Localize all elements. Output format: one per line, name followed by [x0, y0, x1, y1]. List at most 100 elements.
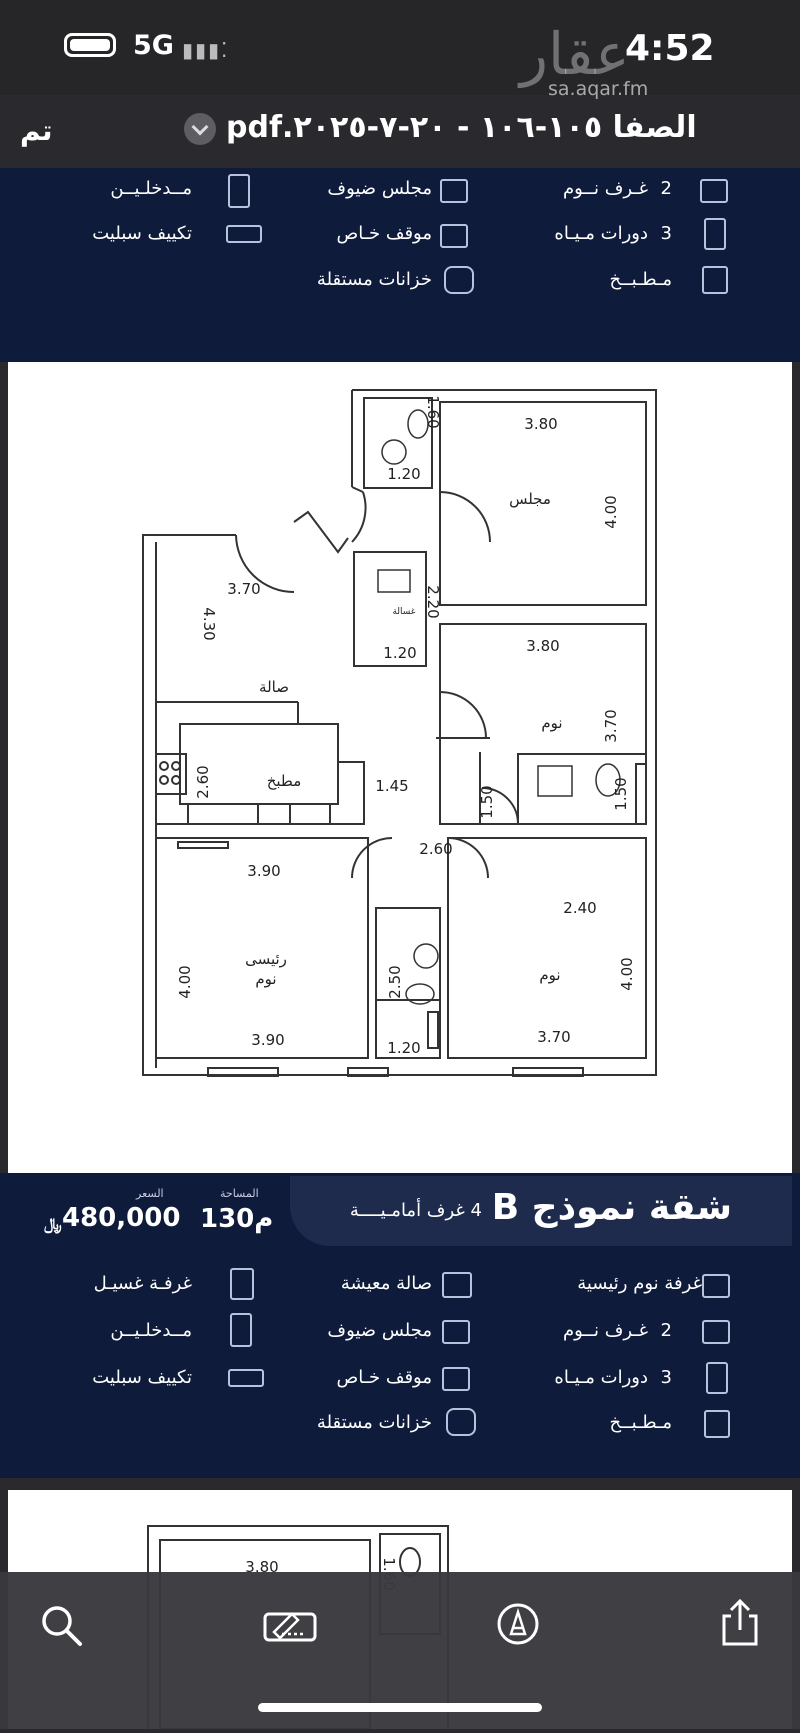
- door-icon: [230, 1313, 252, 1347]
- feature-bathrooms: دورات مـيـاه: [554, 223, 648, 244]
- bedroom2-room: [447, 837, 647, 1059]
- feature-independent-tanks-b: خزانات مستقلة: [316, 1412, 432, 1433]
- title-menu-chevron-icon[interactable]: [184, 113, 216, 145]
- riyal-icon: ﷼: [44, 1214, 62, 1233]
- dim-hall-1-50: 1.50: [478, 785, 496, 818]
- markup-icon[interactable]: [262, 1604, 318, 1644]
- feature-guest-majlis-b: مجلس ضيوف: [327, 1320, 432, 1341]
- feature-two-entrances: مــدخلـيــن: [110, 178, 192, 199]
- label-bedroom2: نوم: [539, 966, 560, 984]
- guest-hall-icon: [442, 1320, 470, 1344]
- bed-icon: [702, 1274, 730, 1298]
- window: [635, 763, 647, 825]
- dim-bedroom1-width: 3.80: [526, 637, 559, 655]
- kitchen-icon: [704, 1410, 730, 1438]
- car-icon: [442, 1367, 470, 1391]
- features-panel-top: 2 غـرف نــوم مجلس ضيوف مــدخلـيــن 3 دور…: [0, 168, 800, 362]
- model-front-rooms: 4 غرف أمامـيــــة: [350, 1200, 482, 1221]
- label-living: صالة: [259, 678, 289, 696]
- feature-guest-majlis: مجلس ضيوف: [327, 178, 432, 199]
- feature-split-ac: تكييف سبليت: [92, 223, 192, 244]
- dim-top-wc-depth: 1.60: [424, 395, 442, 428]
- dim-right-wc-width: 2.40: [563, 899, 596, 917]
- car-icon: [440, 224, 468, 248]
- dim-bedroom2-depth: 4.00: [618, 957, 636, 990]
- dim-bedroom2-width: 3.70: [537, 1028, 570, 1046]
- feature-bedrooms-count-b: 2: [660, 1320, 672, 1341]
- sink-fixture: [381, 439, 407, 465]
- feature-private-parking-b: موقف خـاص: [336, 1367, 432, 1388]
- dim-majlis-depth: 4.00: [602, 495, 620, 528]
- guest-hall-icon: [440, 179, 468, 203]
- search-icon[interactable]: [38, 1602, 84, 1648]
- aqar-watermark-url: sa.aqar.fm: [548, 78, 649, 100]
- dim-living-width: 3.70: [227, 580, 260, 598]
- ac-icon: [226, 225, 262, 243]
- bed-icon: [700, 179, 728, 203]
- pen-icon[interactable]: [496, 1602, 540, 1646]
- price-value: 480,000: [62, 1203, 181, 1233]
- label-laundry: غسالة: [392, 607, 415, 617]
- dim-bedroom1-depth: 3.70: [602, 709, 620, 742]
- model-front-rooms-count: 4: [470, 1200, 482, 1221]
- signal-icon: ▮▮▮⁚: [182, 38, 230, 62]
- label-master-1: رئيسى: [245, 950, 287, 968]
- dim-master-width: 3.90: [251, 1031, 284, 1049]
- dim-lower-wc-width: 1.20: [387, 1039, 420, 1057]
- feature-kitchen: مـطـبــخ: [609, 269, 672, 290]
- door-icon: [228, 174, 250, 208]
- ac-icon: [228, 1369, 264, 1387]
- battery-icon: [64, 33, 116, 57]
- feature-laundry-room: غرفـة غسيـل: [93, 1273, 192, 1294]
- network-label: 5G: [133, 30, 174, 61]
- floor-plan: 3.80 4.00 مجلس 1.60 1.20 3.70 4.30 صالة …: [142, 389, 657, 1077]
- floor-plan-page[interactable]: 3.80 4.00 مجلس 1.60 1.20 3.70 4.30 صالة …: [8, 362, 792, 1173]
- status-clock: 4:52: [625, 28, 715, 69]
- label-majlis: مجلس: [509, 490, 551, 508]
- feature-bedrooms: غـرف نــوم: [563, 178, 648, 199]
- dim-top-wc-width: 1.20: [387, 465, 420, 483]
- feature-two-entrances-b: مــدخلـيــن: [110, 1320, 192, 1341]
- dim-right-wc-depth: 1.50: [612, 777, 630, 810]
- dim-laundry-width: 1.20: [383, 644, 416, 662]
- dim-kitchen-depth: 2.60: [194, 765, 212, 798]
- home-indicator[interactable]: [258, 1703, 542, 1712]
- dim-majlis-width: 3.80: [524, 415, 557, 433]
- feature-split-ac-b: تكييف سبليت: [92, 1367, 192, 1388]
- feature-bathrooms-b: دورات مـيـاه: [554, 1367, 648, 1388]
- dim-hall-2-60: 2.60: [419, 840, 452, 858]
- dim-hall-1-45: 1.45: [375, 777, 408, 795]
- feature-living-room: صالة معيشة: [340, 1273, 432, 1294]
- bathroom-icon: [704, 218, 726, 250]
- tank-icon: [446, 1408, 476, 1436]
- feature-master-bedroom: غرفة نوم رئيسية: [577, 1273, 702, 1294]
- dim-laundry-depth: 2.20: [424, 585, 442, 618]
- area-label: المساحة: [220, 1187, 259, 1200]
- feature-bedrooms-b: غـرف نــوم: [563, 1320, 648, 1341]
- kitchen-icon: [702, 266, 728, 294]
- bed-icon: [702, 1320, 730, 1344]
- model-front-rooms-text: غرف أمامـيــــة: [349, 1200, 465, 1221]
- feature-private-parking: موقف خـاص: [336, 223, 432, 244]
- dim-lower-wc-depth: 2.50: [386, 965, 404, 998]
- model-title: شقة نموذج B: [491, 1187, 732, 1228]
- feature-kitchen-b: مـطـبــخ: [609, 1412, 672, 1433]
- living-room-icon: [442, 1272, 472, 1298]
- feature-independent-tanks: خزانات مستقلة: [316, 269, 432, 290]
- feature-bedrooms-count: 2: [660, 178, 672, 199]
- dim-master-depth: 4.00: [176, 965, 194, 998]
- area-value: 130م: [200, 1204, 274, 1234]
- bathroom-icon: [706, 1362, 728, 1394]
- dim-kitchen-width: 3.90: [247, 862, 280, 880]
- document-title[interactable]: الصفا ١٠٥-١٠٦ - ٢٠-٧-٢٠٢٥.pdf: [226, 110, 697, 145]
- done-button[interactable]: تم: [20, 114, 52, 147]
- feature-bathrooms-count-b: 3: [660, 1367, 672, 1388]
- label-master-2: نوم: [255, 970, 276, 988]
- feature-bathrooms-count: 3: [660, 223, 672, 244]
- dim-living-depth: 4.30: [200, 607, 218, 640]
- price-label: السعر: [136, 1187, 164, 1200]
- share-icon[interactable]: [718, 1598, 762, 1648]
- window: [427, 1011, 439, 1049]
- washer-icon: [230, 1268, 254, 1300]
- window: [177, 841, 229, 849]
